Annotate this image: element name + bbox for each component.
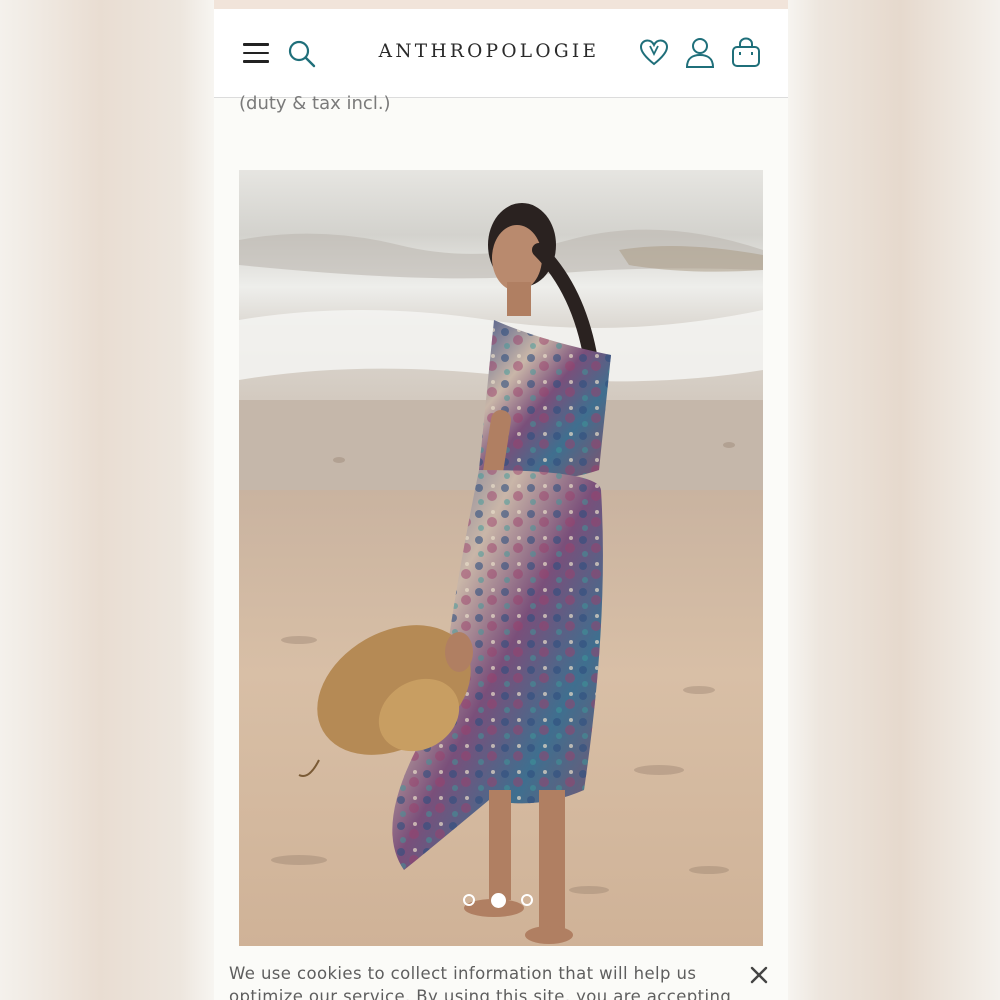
user-icon[interactable] [685, 37, 715, 69]
cookie-banner: We use cookies to collect information th… [214, 946, 788, 1000]
carousel-dot-3[interactable] [521, 894, 533, 906]
carousel-dot-1[interactable] [463, 894, 475, 906]
brand-logo[interactable]: ANTHROPOLOGIE [364, 41, 614, 62]
cookie-message-line-2: optimize our service. By using this site… [229, 987, 732, 1000]
carousel-dots [463, 893, 543, 912]
heart-icon[interactable] [639, 38, 669, 68]
cookie-message-line-1: We use cookies to collect information th… [229, 964, 697, 983]
mobile-viewport: ANTHROPOLOGIE (duty & tax incl.) We use … [214, 0, 788, 1000]
hamburger-icon[interactable] [243, 43, 269, 63]
cookie-message: We use cookies to collect information th… [229, 962, 734, 1000]
price-duty-note: (duty & tax incl.) [239, 93, 391, 114]
carousel-dot-2[interactable] [491, 893, 506, 908]
site-header: ANTHROPOLOGIE [214, 9, 788, 98]
top-promo-strip [214, 0, 788, 9]
shopping-bag-icon[interactable] [731, 37, 761, 69]
search-icon[interactable] [287, 39, 317, 69]
close-icon[interactable] [750, 966, 768, 988]
product-image[interactable] [239, 170, 763, 950]
